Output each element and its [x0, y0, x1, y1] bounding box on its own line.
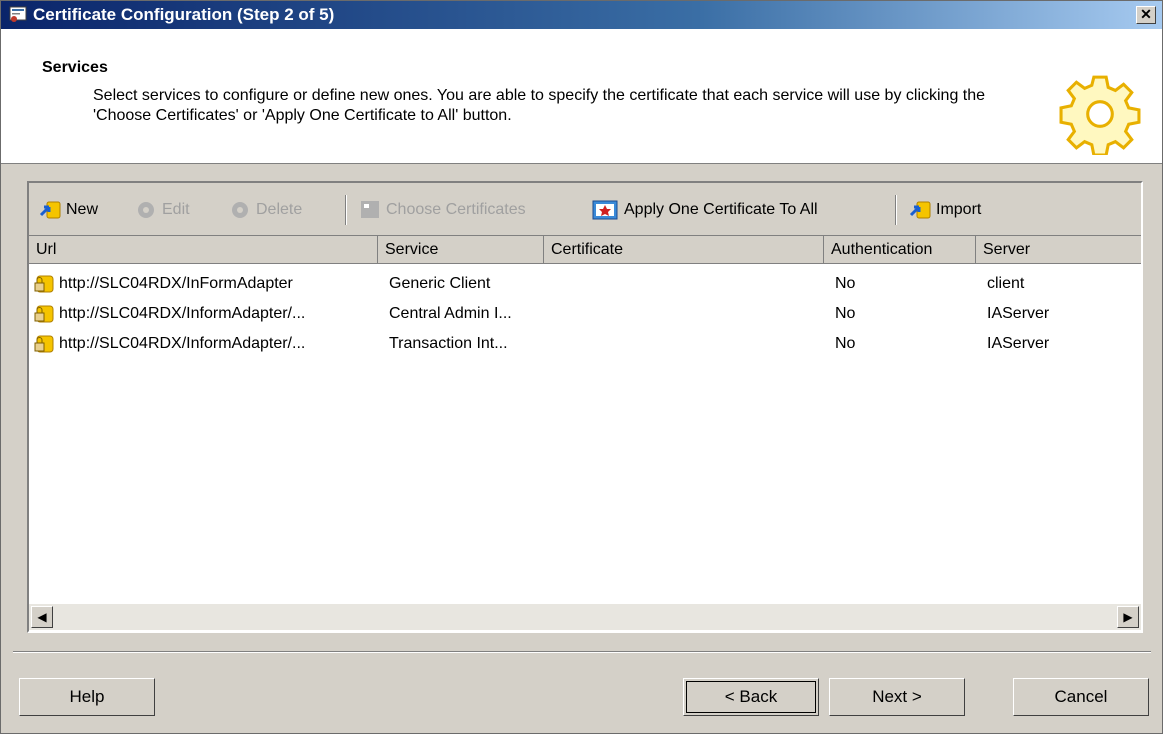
cell-server: client — [987, 275, 1025, 292]
cell-url: http://SLC04RDX/InFormAdapter — [59, 275, 293, 292]
page-description: Select services to configure or define n… — [93, 87, 986, 124]
horizontal-scrollbar[interactable]: ◀ ▶ — [29, 604, 1141, 630]
close-button[interactable]: ✕ — [1136, 6, 1156, 24]
toolbar-separator — [345, 195, 347, 225]
help-button[interactable]: Help — [19, 678, 155, 716]
title-bar[interactable]: Certificate Configuration (Step 2 of 5) … — [1, 1, 1162, 29]
column-header-authentication[interactable]: Authentication — [824, 236, 976, 264]
wizard-window: Certificate Configuration (Step 2 of 5) … — [0, 0, 1163, 734]
edit-label: Edit — [162, 201, 190, 218]
column-header-service[interactable]: Service — [378, 236, 544, 264]
apply-one-certificate-label: Apply One Certificate To All — [624, 201, 818, 218]
services-table: Url Service Certificate Authentication S… — [29, 235, 1141, 632]
scroll-right-button[interactable]: ▶ — [1117, 606, 1139, 628]
gear-icon — [138, 202, 154, 218]
choose-certificates-label: Choose Certificates — [386, 201, 526, 218]
cancel-button[interactable]: Cancel — [1013, 678, 1149, 716]
lock-service-icon — [34, 305, 54, 323]
lock-service-icon — [34, 335, 54, 353]
column-header-certificate[interactable]: Certificate — [544, 236, 824, 264]
cell-server: IAServer — [987, 305, 1050, 322]
cell-authentication: No — [835, 335, 856, 352]
gear-icon — [1059, 75, 1141, 155]
footer-divider — [13, 651, 1151, 653]
window-title: Certificate Configuration (Step 2 of 5) — [33, 5, 335, 24]
toolbar: New Edit Delete Choose Certificates Appl… — [29, 183, 1141, 235]
cell-authentication: No — [835, 305, 856, 322]
page-title: Services — [42, 59, 108, 76]
cell-server: IAServer — [987, 335, 1050, 352]
apply-one-certificate-button[interactable]: Apply One Certificate To All — [591, 199, 818, 221]
import-icon — [909, 201, 931, 219]
lock-service-icon — [34, 275, 54, 293]
wizard-header: Services Select services to configure or… — [1, 29, 1162, 164]
certificate-apply-icon — [592, 200, 618, 220]
column-header-url[interactable]: Url — [29, 236, 378, 264]
table-row[interactable]: http://SLC04RDX/InformAdapter/... Centra… — [29, 299, 1141, 329]
next-button[interactable]: Next > — [829, 678, 965, 716]
cell-service: Central Admin I... — [389, 305, 512, 322]
column-header-server[interactable]: Server — [976, 236, 1141, 264]
table-row[interactable]: http://SLC04RDX/InFormAdapter Generic Cl… — [29, 269, 1141, 299]
cell-service: Generic Client — [389, 275, 491, 292]
toolbar-separator — [895, 195, 897, 225]
choose-certificates-button[interactable]: Choose Certificates — [359, 199, 526, 221]
cell-url: http://SLC04RDX/InformAdapter/... — [59, 305, 306, 322]
new-button[interactable]: New — [39, 199, 98, 221]
import-button[interactable]: Import — [909, 199, 981, 221]
certificate-app-icon — [9, 6, 27, 22]
import-label: Import — [936, 201, 982, 218]
new-service-icon — [39, 201, 61, 219]
new-label: New — [66, 201, 99, 218]
gear-icon — [232, 202, 248, 218]
edit-button[interactable]: Edit — [135, 199, 190, 221]
cell-authentication: No — [835, 275, 856, 292]
cell-url: http://SLC04RDX/InformAdapter/... — [59, 335, 306, 352]
services-panel: New Edit Delete Choose Certificates Appl… — [27, 181, 1143, 633]
scroll-left-button[interactable]: ◀ — [31, 606, 53, 628]
delete-button[interactable]: Delete — [229, 199, 302, 221]
table-row[interactable]: http://SLC04RDX/InformAdapter/... Transa… — [29, 329, 1141, 359]
cell-service: Transaction Int... — [389, 335, 508, 352]
certificate-icon — [361, 201, 379, 218]
delete-label: Delete — [256, 201, 303, 218]
back-button[interactable]: < Back — [683, 678, 819, 716]
